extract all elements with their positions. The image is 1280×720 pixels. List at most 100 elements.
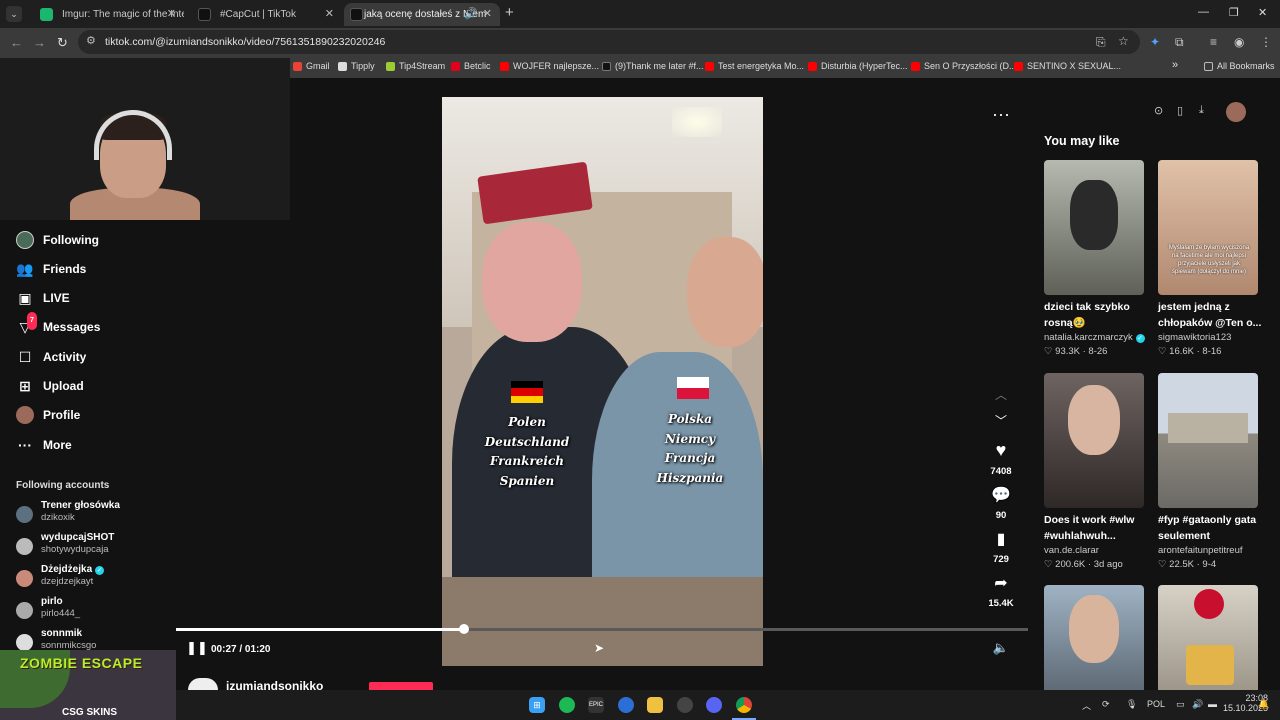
caption-line: Spanien (499, 473, 555, 488)
network-icon[interactable]: ▭ (1176, 699, 1185, 710)
recommended-video[interactable] (1044, 585, 1145, 690)
download-icon[interactable]: ⤓ (1199, 104, 1204, 117)
bookmark-tipply[interactable]: Tipply (338, 61, 375, 71)
keyboard-language[interactable]: POL (1147, 699, 1165, 709)
minimize-icon[interactable]: — (1198, 6, 1209, 18)
all-bookmarks-button[interactable]: All Bookmarks (1204, 61, 1275, 71)
video-thumbnail: Myślałam że byłam wyciszona na facetime … (1158, 160, 1258, 295)
extensions-puzzle-icon[interactable]: ⧉ (1175, 35, 1184, 50)
nav-more[interactable]: ··· More (16, 436, 72, 454)
nav-profile[interactable]: Profile (16, 406, 80, 424)
user-avatar[interactable] (1226, 102, 1246, 122)
volume-icon[interactable]: 🔈 (986, 640, 1016, 656)
bookmarks-overflow-button[interactable]: » (1172, 59, 1178, 71)
progress-scrubber[interactable] (458, 624, 469, 634)
recommended-video[interactable] (1158, 585, 1259, 690)
close-window-icon[interactable]: ✕ (1258, 6, 1267, 19)
chevron-down-icon[interactable]: ﹀ (986, 412, 1016, 429)
messages-icon: ▽ 7 (16, 312, 37, 336)
account-name: Trener głosówka (41, 500, 120, 511)
comment-icon[interactable]: 💬 (986, 485, 1016, 505)
bookmark-betclic[interactable]: Betclic (451, 61, 491, 71)
following-account[interactable]: wydupcajSHOT shotywydupcaja (16, 532, 176, 562)
bookmark-sentino[interactable]: SENTINO X SEXUAL... (1014, 61, 1121, 71)
forward-icon[interactable]: → (33, 35, 46, 50)
menu-kebab-icon[interactable]: ⋮ (1260, 35, 1272, 49)
following-account[interactable]: Trener głosówka dzikoxik (16, 500, 176, 530)
install-app-icon[interactable]: ⎘ (1096, 35, 1106, 50)
pause-icon[interactable]: ❚❚ (182, 640, 212, 656)
volume-tray-icon[interactable]: 🔊 (1192, 699, 1203, 710)
bookmark-sen-o-przyszlosci[interactable]: Sen O Przyszłości (D... (911, 61, 1017, 71)
discord-icon[interactable] (706, 697, 722, 713)
bookmark-wojfer[interactable]: WOJFER najlepsze... (500, 61, 599, 71)
close-icon[interactable]: ✕ (167, 7, 176, 20)
media-control-icon[interactable]: ≡ (1210, 35, 1217, 49)
nav-label: Profile (43, 408, 81, 422)
share-icon[interactable]: ➦ (986, 573, 1016, 593)
close-icon[interactable]: ✕ (325, 7, 334, 20)
extension-icon[interactable]: ✦ (1150, 35, 1160, 49)
windows-taskbar: ⊞ EPIC ︿ ⟳ 🎙 POL ▭ 🔊 ▬ 23:08 15.10.2025 … (176, 690, 1280, 720)
new-tab-button[interactable]: + (505, 4, 514, 21)
device-icon[interactable]: ▯ (1177, 104, 1183, 117)
caption-line: Polska (667, 412, 713, 426)
tab-capcut[interactable]: #CapCut | TikTok ✕ (186, 3, 342, 26)
bookmark-disturbia[interactable]: Disturbia (HyperTec... (808, 61, 908, 71)
playback-time: 00:27 / 01:20 (211, 644, 271, 655)
following-account[interactable]: pirlo pirlo444_ (16, 596, 176, 626)
betclic-icon (451, 61, 460, 71)
epic-games-icon[interactable]: EPIC (588, 697, 604, 713)
caption-line: Hiszpania (656, 470, 724, 485)
account-handle: dzejdzejkayt (41, 576, 94, 587)
like-heart-icon[interactable]: ♥ (986, 440, 1016, 461)
follow-button[interactable] (369, 682, 433, 690)
bookmark-icon[interactable]: ▮ (986, 529, 1016, 549)
author-name[interactable]: izumiandsonikko (226, 679, 323, 690)
youtube-icon (705, 61, 714, 71)
account-name: wydupcajSHOT (41, 532, 115, 543)
caption-line: Niemcy (664, 431, 716, 446)
spotify-icon[interactable] (559, 697, 575, 713)
tab-active-video[interactable]: jaką ocenę dostałeś z Niem 🔊 ✕ (344, 3, 500, 26)
restore-icon[interactable]: ❐ (1229, 6, 1239, 19)
bookmark-label: Disturbia (HyperTec... (821, 61, 908, 71)
author-avatar[interactable] (188, 678, 218, 690)
nav-live[interactable]: ▣ LIVE (16, 289, 69, 307)
windows-start-icon[interactable]: ⊞ (529, 697, 545, 713)
file-explorer-icon[interactable] (647, 697, 663, 713)
following-account[interactable]: Dżejdżejka ✓ dzejdzejkayt (16, 564, 176, 594)
video-player[interactable]: Polen Deutschland Frankreich Spanien Pol… (442, 97, 763, 666)
speaker-icon[interactable]: 🔊 (464, 7, 478, 20)
bookmark-gmail[interactable]: Gmail (293, 61, 330, 71)
bookmark-thank-me-later[interactable]: (9)Thank me later #f... (602, 61, 704, 71)
video-thumbnail (1158, 373, 1258, 508)
nav-upload[interactable]: ⊞ Upload (16, 377, 84, 395)
site-info-icon[interactable]: ⚙ (86, 34, 96, 47)
video-progress-bar[interactable] (176, 624, 1028, 634)
tab-search-button[interactable]: ⌄ (6, 6, 22, 22)
back-icon[interactable]: ← (10, 35, 23, 50)
chrome-icon[interactable] (736, 697, 752, 713)
chevron-up-icon[interactable]: ︿ (986, 386, 1016, 403)
tray-chevron-icon[interactable]: ︿ (1082, 699, 1091, 712)
video-more-icon[interactable]: ··· (986, 104, 1016, 125)
coin-icon[interactable]: ⊙ (1154, 104, 1163, 117)
profile-icon[interactable]: ◉ (1234, 35, 1244, 49)
bookmark-star-icon[interactable]: ☆ (1118, 34, 1129, 48)
sync-icon[interactable]: ⟳ (1102, 699, 1110, 710)
close-icon[interactable]: ✕ (483, 7, 492, 20)
steam-icon[interactable] (677, 697, 693, 713)
nav-following[interactable]: Following (16, 231, 99, 249)
nav-messages[interactable]: ▽ 7 Messages (16, 312, 100, 336)
bookmark-test-energetyka[interactable]: Test energetyka Mo... (705, 61, 804, 71)
browser-blue-icon[interactable] (618, 697, 634, 713)
nav-friends[interactable]: 👥 Friends (16, 260, 86, 278)
notification-icon[interactable]: 🔔 (1258, 699, 1269, 710)
reload-icon[interactable]: ↻ (57, 35, 68, 51)
nav-activity[interactable]: ☐ Activity (16, 348, 87, 366)
tab-imgur[interactable]: Imgur: The magic of the Interne ✕ (28, 3, 184, 26)
microphone-icon[interactable]: 🎙 (1126, 699, 1137, 710)
bookmark-tip4stream[interactable]: Tip4Stream (386, 61, 445, 71)
address-bar[interactable]: ⚙ tiktok.com/@izumiandsonikko/video/7561… (78, 30, 1140, 54)
